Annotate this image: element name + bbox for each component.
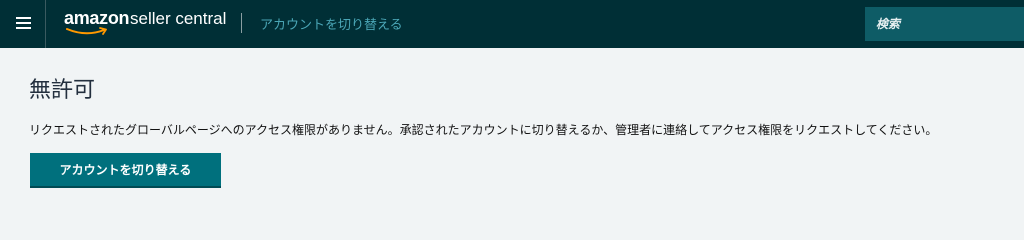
switch-account-button[interactable]: アカウントを切り替える (30, 153, 221, 188)
switch-account-link[interactable]: アカウントを切り替える (260, 14, 403, 33)
seller-central-logo[interactable]: amazon seller central (64, 8, 234, 38)
header-divider (241, 13, 242, 33)
hamburger-menu-icon[interactable] (0, 0, 46, 48)
logo-suffix-text: seller central (130, 9, 227, 28)
search-box[interactable] (865, 7, 1024, 41)
top-navigation-bar: amazon seller central アカウントを切り替える (0, 0, 1024, 48)
amazon-smile-icon (66, 27, 107, 35)
search-input[interactable] (876, 17, 1016, 31)
logo-brand-text: amazon (64, 8, 130, 28)
page-title: 無許可 (29, 78, 96, 103)
permission-message: リクエストされたグローバルページへのアクセス権限がありません。承認されたアカウン… (29, 123, 938, 137)
